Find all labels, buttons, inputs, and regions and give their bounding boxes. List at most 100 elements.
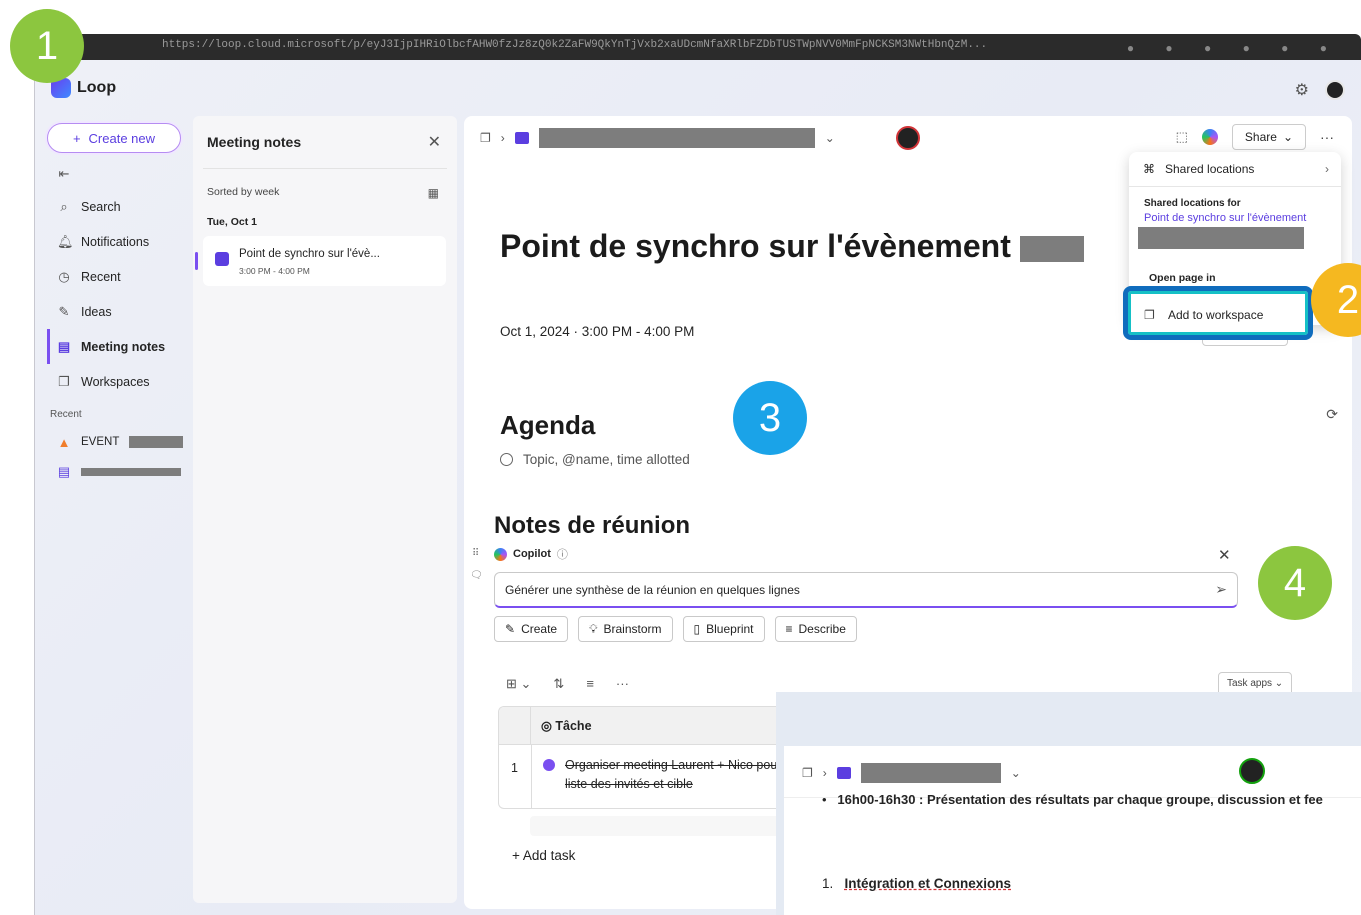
inset-page: ❐ › ⌄ • 16h00-16h30 : Présentation des r… <box>784 746 1361 915</box>
copilot-prompt-text: Générer une synthèse de la réunion en qu… <box>505 583 800 597</box>
collaborator-avatar[interactable] <box>896 126 920 150</box>
send-icon[interactable]: ➢ <box>1215 581 1227 598</box>
app-logo[interactable]: Loop <box>51 78 116 98</box>
task-text[interactable]: Organiser meeting Laurent + Nico pour la… <box>565 756 795 794</box>
copilot-label: Copilot <box>513 548 551 560</box>
recent-item-page[interactable]: ▤ <box>47 457 192 487</box>
redacted-text <box>1019 235 1084 262</box>
blueprint-chip[interactable]: ▯ Blueprint <box>682 616 765 642</box>
recent-item-event[interactable]: ▲ EVENT <box>47 427 192 457</box>
agenda-placeholder: Topic, @name, time allotted <box>523 452 690 467</box>
date-group-label: Tue, Oct 1 <box>207 216 257 228</box>
info-icon[interactable]: ⓘ <box>557 546 568 562</box>
sort-icon[interactable]: ⇅ <box>553 676 564 692</box>
nav-item-ideas[interactable]: ✎ Ideas <box>47 294 192 329</box>
redacted-page-name[interactable] <box>860 763 1001 783</box>
add-task-label: Add task <box>522 848 576 863</box>
table-grid-icon[interactable]: ⊞ ⌄ <box>506 676 531 692</box>
copilot-icon[interactable] <box>1201 129 1218 145</box>
nav-item-meeting-notes[interactable]: ▤ Meeting notes <box>47 329 192 364</box>
numbered-item-text: Intégration et Connexions <box>844 876 1012 891</box>
agenda-heading[interactable]: Agenda <box>500 410 595 441</box>
share-label: Share <box>1244 130 1277 144</box>
collaborator-avatar[interactable] <box>1239 758 1265 784</box>
row-number: 1 <box>511 761 518 775</box>
shared-locations-item[interactable]: ⌘ Shared locations › <box>1143 162 1329 176</box>
nav-item-notifications[interactable]: 🔔︎ Notifications <box>47 224 192 259</box>
create-chip[interactable]: ✎ Create <box>494 616 569 642</box>
completed-check-icon[interactable] <box>543 759 555 771</box>
page-title-text: Point de synchro sur l'évènement <box>500 228 1011 264</box>
agenda-item[interactable]: Topic, @name, time allotted <box>500 452 690 467</box>
add-task-button[interactable]: + Add task <box>512 848 575 863</box>
loop-page-icon <box>215 252 229 266</box>
inset-breadcrumb: ❐ › ⌄ <box>802 763 1021 783</box>
more-options-icon[interactable]: ··· <box>1320 129 1334 145</box>
column-header[interactable]: ◎ Tâche <box>541 718 592 733</box>
page-icon: ▤ <box>57 464 71 479</box>
shared-location-link[interactable]: Point de synchro sur l'évènement <box>1144 212 1306 224</box>
nav-item-label: Search <box>81 199 121 214</box>
pen-icon: ✎ <box>505 622 516 636</box>
close-icon[interactable]: ✕ <box>428 132 441 152</box>
address-bar[interactable]: https://loop.cloud.microsoft/p/eyJ3IjpIH… <box>162 39 1002 55</box>
create-new-button[interactable]: + Create new <box>47 123 181 153</box>
comment-icon[interactable]: 🗨︎ <box>470 570 483 581</box>
panel-title: Meeting notes <box>207 134 302 150</box>
nav-item-search[interactable]: ⌕ Search <box>47 189 192 224</box>
meeting-note-card[interactable]: Point de synchro sur l'évè... 3:00 PM - … <box>203 236 446 286</box>
numbered-item[interactable]: 1. Intégration et Connexions <box>822 876 1011 891</box>
workspace-icon: ❐ <box>1144 308 1155 322</box>
bullet-item[interactable]: • 16h00-16h30 : Présentation des résulta… <box>822 792 1323 807</box>
more-icon[interactable]: ··· <box>616 676 629 692</box>
bell-icon: 🔔︎ <box>57 233 74 249</box>
user-avatar[interactable] <box>1325 80 1345 100</box>
workspace-icon[interactable]: ❐ <box>802 766 813 780</box>
nav-item-workspaces[interactable]: ❐ Workspaces <box>47 364 192 399</box>
chevron-down-icon[interactable]: ⌄ <box>1011 766 1021 780</box>
components-icon[interactable]: ⬚ <box>1176 129 1188 145</box>
divider <box>203 168 447 169</box>
copilot-suggestion-chips: ✎ Create 💡︎ Brainstorm ▯ Blueprint ≡ Describ… <box>494 616 857 642</box>
filter-icon[interactable]: ≡ <box>586 676 594 692</box>
redacted-text <box>1138 227 1304 249</box>
chevron-down-icon[interactable]: ⌄ <box>825 131 835 145</box>
close-icon[interactable]: ✕ <box>1218 546 1231 564</box>
notes-heading[interactable]: Notes de réunion <box>494 512 690 540</box>
nav-item-label: Recent <box>81 269 121 284</box>
describe-chip[interactable]: ≡ Describe <box>774 616 857 642</box>
workspace-icon[interactable]: ❐ <box>480 131 491 145</box>
share-button[interactable]: Share ⌄ <box>1231 124 1306 150</box>
drag-handle-icon[interactable]: ⠿ <box>472 548 479 559</box>
clock-icon: ◷ <box>58 268 70 284</box>
browser-toolbar-icons[interactable]: ● ● ● ● ● ● <box>1127 41 1341 55</box>
loop-page-icon <box>836 767 851 779</box>
recent-item-label: EVENT <box>81 436 120 448</box>
add-to-workspace-item[interactable]: ❐ Add to workspace <box>1123 286 1313 340</box>
collapse-nav-button[interactable]: ⇤ <box>47 159 192 189</box>
card-title: Point de synchro sur l'évè... <box>239 248 380 260</box>
lightbulb-icon: 💡︎ <box>589 621 598 636</box>
left-navigation: + Create new ⇤ ⌕ Search 🔔︎ Notifications… <box>47 123 192 487</box>
copilot-prompt-input[interactable]: Générer une synthèse de la réunion en qu… <box>494 572 1238 608</box>
callout-badge-3: 3 <box>733 381 807 455</box>
meeting-notes-panel: Meeting notes ✕ Sorted by week ▦ Tue, Oc… <box>193 116 457 903</box>
plus-icon: + <box>72 130 81 146</box>
column-header-text: Tâche <box>555 719 592 733</box>
numbered-item-number: 1. <box>822 876 834 891</box>
recent-section-header: Recent <box>50 409 82 420</box>
loop-component-icon[interactable]: ⟳ <box>1326 406 1338 423</box>
chip-label: Blueprint <box>706 622 754 636</box>
calendar-icon[interactable]: ▦ <box>428 186 439 200</box>
callout-badge-4: 4 <box>1258 546 1332 620</box>
radio-circle-icon[interactable] <box>500 453 513 466</box>
page-title[interactable]: Point de synchro sur l'évènement <box>500 228 1084 265</box>
search-icon: ⌕ <box>60 198 68 214</box>
redacted-page-name[interactable] <box>538 128 815 148</box>
nav-item-label: Ideas <box>81 304 112 319</box>
meeting-time: Oct 1, 2024 · 3:00 PM - 4:00 PM <box>500 324 695 339</box>
nav-item-recent[interactable]: ◷ Recent <box>47 259 192 294</box>
settings-gear-icon[interactable]: ⚙ <box>1295 80 1309 100</box>
nav-item-label: Notifications <box>81 234 150 249</box>
brainstorm-chip[interactable]: 💡︎ Brainstorm <box>578 616 673 642</box>
